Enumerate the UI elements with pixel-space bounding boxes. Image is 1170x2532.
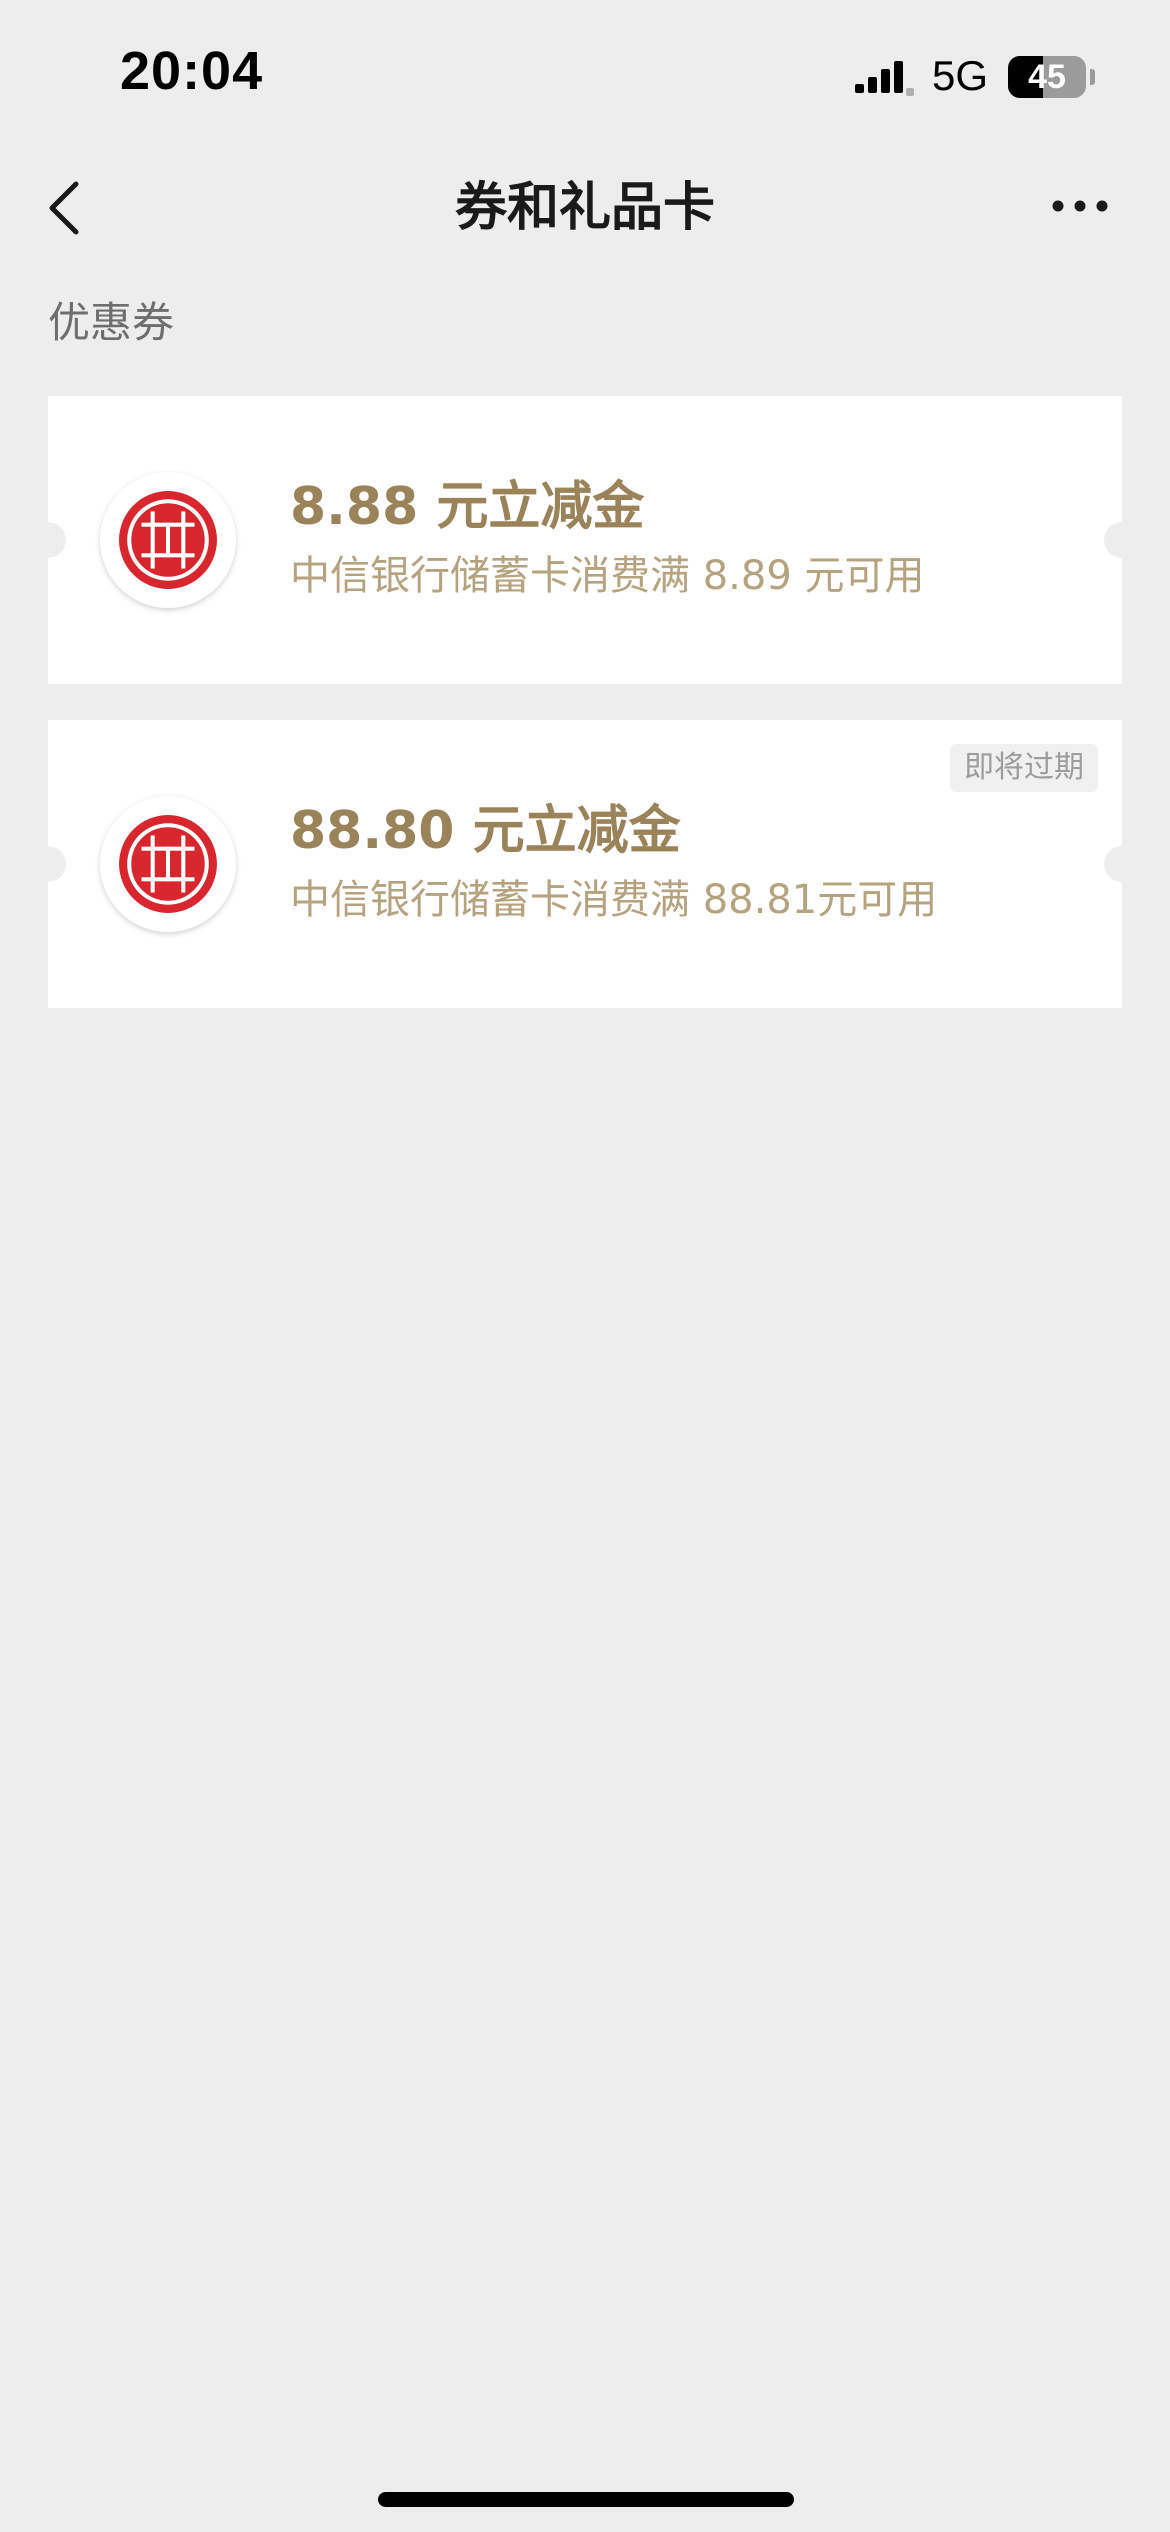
page-title: 券和礼品卡: [454, 178, 715, 238]
coupon-notch: [1104, 522, 1140, 558]
more-dots-icon: [1052, 200, 1108, 212]
coupon-description: 中信银行储蓄卡消费满 88.81元可用: [290, 877, 938, 923]
expiring-badge: 即将过期: [950, 744, 1098, 792]
coupon-card[interactable]: 即将过期 88.80 元立减金 中信银行储蓄卡消费满 88.81元可用: [30, 720, 1140, 1008]
signal-icon: [855, 61, 914, 96]
network-label: 5G: [932, 52, 989, 99]
coupon-notch: [30, 522, 66, 558]
citic-logo-icon: [119, 491, 217, 589]
citic-logo-icon: [119, 815, 217, 913]
battery-level: 45: [1028, 58, 1066, 96]
coupon-title: 88.80 元立减金: [290, 801, 681, 861]
coupon-notch: [1104, 846, 1140, 882]
status-time: 20:04: [120, 41, 264, 101]
section-label-coupons: 优惠券: [48, 298, 175, 347]
coupon-description: 中信银行储蓄卡消费满 8.89 元可用: [290, 553, 925, 599]
home-indicator[interactable]: [378, 2492, 794, 2507]
status-bar: 20:04 5G 45: [0, 0, 1170, 150]
coupon-card[interactable]: 8.88 元立减金 中信银行储蓄卡消费满 8.89 元可用: [30, 396, 1140, 684]
coupon-title: 8.88 元立减金: [290, 477, 645, 537]
citic-bank-logo: [100, 472, 236, 608]
coupon-notch: [30, 846, 66, 882]
battery-nub: [1090, 69, 1095, 85]
more-button[interactable]: [1048, 180, 1112, 232]
citic-bank-logo: [100, 796, 236, 932]
battery-icon: 45: [1008, 56, 1086, 98]
